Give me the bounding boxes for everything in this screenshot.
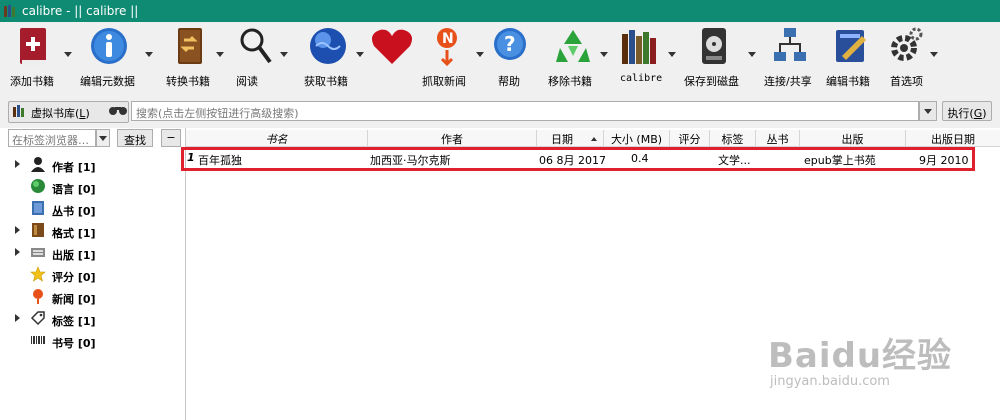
preferences-menu-caret[interactable] (930, 52, 938, 57)
cell-pubdate: 9月 2010 (919, 154, 969, 167)
tag-filter-dropdown[interactable] (96, 129, 110, 147)
sort-ascending-icon (591, 137, 597, 141)
expand-arrow-icon[interactable] (15, 314, 20, 322)
library-icon (622, 30, 656, 64)
tag-item-publishers[interactable]: 出版 [1] (0, 242, 185, 264)
tag-item-rating[interactable]: 评分 [0] (0, 264, 185, 286)
language-icon (31, 179, 45, 193)
barcode-icon (31, 336, 45, 344)
publisher-icon (31, 248, 45, 257)
news-small-icon (33, 289, 43, 304)
cell-tags: 文学... (718, 154, 751, 167)
table-row[interactable]: 1 百年孤独 加西亚·马尔克斯 06 8月 2017 0.4 文学... epu… (186, 148, 1000, 167)
globe-icon (310, 28, 346, 64)
column-header-title[interactable]: 书名 (186, 130, 368, 146)
edit-book-icon (836, 30, 866, 62)
svg-text:N: N (442, 31, 454, 47)
connect-share-label: 连接/共享 (764, 75, 812, 88)
fetch-news-menu-caret[interactable] (476, 52, 484, 57)
cell-author: 加西亚·马尔克斯 (370, 154, 451, 167)
column-header-size[interactable]: 大小 (MB) (604, 130, 670, 146)
collapse-button[interactable]: − (161, 129, 181, 147)
edit-book-label: 编辑书籍 (826, 75, 870, 88)
search-history-dropdown[interactable] (919, 101, 937, 121)
cell-date: 06 8月 2017 (539, 154, 606, 167)
watermark-brand: Baidu经验 (768, 336, 953, 376)
fetch-news-label: 抓取新闻 (422, 75, 466, 88)
preferences-label: 首选项 (890, 75, 923, 88)
heart-icon (372, 29, 412, 65)
network-icon (774, 28, 806, 61)
news-icon: N (437, 28, 457, 67)
gear-icon (891, 27, 923, 61)
tag-icon (30, 311, 45, 326)
person-icon (31, 157, 45, 172)
find-button[interactable]: 查找 (117, 129, 153, 147)
window-title: calibre - || calibre || (22, 4, 139, 18)
column-header-author[interactable]: 作者 (368, 130, 537, 146)
series-icon (32, 201, 44, 215)
expand-arrow-icon[interactable] (15, 160, 20, 168)
library-small-icon (13, 105, 24, 117)
watermark-url: jingyan.baidu.com (770, 374, 890, 389)
read-label: 阅读 (236, 75, 258, 88)
expand-arrow-icon[interactable] (15, 226, 20, 234)
get-books-menu-caret[interactable] (356, 52, 364, 57)
edit-metadata-menu-caret[interactable] (145, 52, 153, 57)
tag-browser: 在标签浏览器… 查找 − 作者 [1] 语言 [0] 丛书 [0] 格式 [1]… (0, 128, 185, 420)
convert-books-menu-caret[interactable] (216, 52, 224, 57)
column-header-series[interactable]: 丛书 (756, 130, 800, 146)
info-icon (91, 28, 127, 64)
library-label: calibre (620, 73, 663, 84)
search-bar: 虚拟书库(L) 搜索(点击左侧按钮进行高级搜索) 执行(G) (0, 92, 1000, 128)
get-books-label: 获取书籍 (304, 75, 348, 88)
column-header-rating[interactable]: 评分 (670, 130, 710, 146)
format-icon (32, 223, 44, 237)
virtual-library-label: 虚拟书库(L) (31, 107, 90, 120)
column-header-tags[interactable]: 标签 (710, 130, 756, 146)
library-menu-caret[interactable] (668, 52, 676, 57)
edit-metadata-label: 编辑元数据 (80, 75, 135, 88)
calibre-app-icon (4, 5, 15, 17)
binoculars-icon[interactable] (109, 105, 127, 115)
add-books-menu-caret[interactable] (64, 52, 72, 57)
tag-item-authors[interactable]: 作者 [1] (0, 154, 185, 176)
save-to-disk-menu-caret[interactable] (748, 52, 756, 57)
column-header-pubdate[interactable]: 出版日期 (906, 130, 1000, 146)
expand-arrow-icon[interactable] (15, 248, 20, 256)
tag-item-tags[interactable]: 标签 [1] (0, 308, 185, 330)
recycle-icon (556, 30, 590, 62)
convert-books-label: 转换书籍 (166, 75, 210, 88)
convert-book-icon (178, 28, 202, 64)
add-book-icon (20, 28, 46, 65)
tag-filter-input[interactable]: 在标签浏览器… (8, 129, 96, 147)
cell-title: 百年孤独 (198, 154, 242, 167)
main-toolbar: 添加书籍 编辑元数据 转换书籍 阅读 获取书籍 N 抓取新闻 ? 帮助 移除书籍… (0, 22, 1000, 92)
help-icon: ? (494, 28, 526, 60)
save-to-disk-label: 保存到磁盘 (684, 75, 739, 88)
remove-books-label: 移除书籍 (548, 75, 592, 88)
cell-publisher: epub掌上书苑 (804, 154, 876, 167)
book-list-header: 书名 作者 日期 大小 (MB) 评分 标签 丛书 出版 出版日期 (186, 130, 1000, 147)
add-books-label: 添加书籍 (10, 75, 54, 88)
tag-item-news[interactable]: 新闻 [0] (0, 286, 185, 308)
baidu-watermark: Baidu经验 jingyan.baidu.com (768, 328, 953, 389)
tag-item-formats[interactable]: 格式 [1] (0, 220, 185, 242)
search-input[interactable]: 搜索(点击左侧按钮进行高级搜索) (131, 101, 919, 121)
help-label: 帮助 (498, 75, 520, 88)
column-header-publisher[interactable]: 出版 (800, 130, 906, 146)
remove-books-menu-caret[interactable] (600, 52, 608, 57)
disk-icon (702, 28, 726, 64)
tag-item-languages[interactable]: 语言 [0] (0, 176, 185, 198)
star-icon (30, 266, 46, 282)
svg-text:?: ? (504, 32, 516, 56)
tag-item-series[interactable]: 丛书 [0] (0, 198, 185, 220)
execute-search-button[interactable]: 执行(G) (942, 101, 992, 121)
tag-item-identifiers[interactable]: 书号 [0] (0, 330, 185, 352)
magnifier-icon (240, 28, 272, 64)
read-menu-caret[interactable] (280, 52, 288, 57)
row-number: 1 (187, 151, 195, 164)
title-bar: calibre - || calibre || (0, 0, 1000, 22)
cell-size: 0.4 (631, 152, 649, 165)
